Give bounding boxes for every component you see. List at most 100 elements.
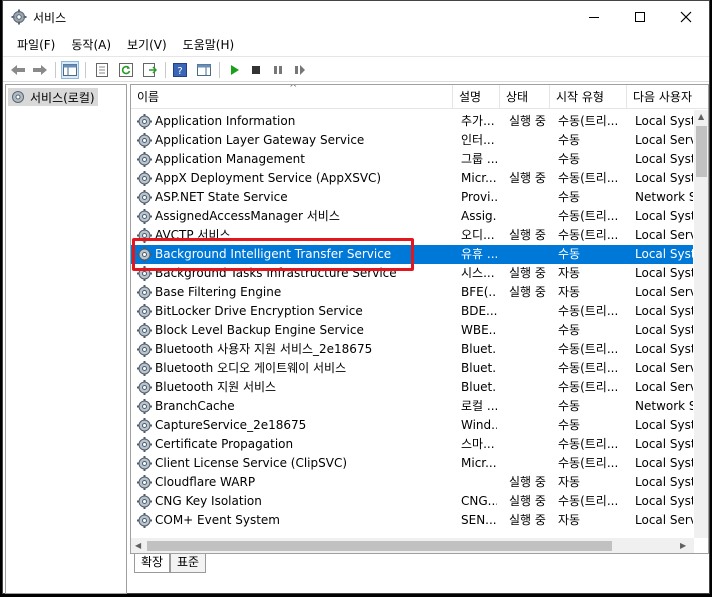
service-row[interactable]: COM+ Event System SEN... 실행 중 자동 Local Servi… [131, 511, 693, 530]
service-log-on-as: Local System [635, 209, 693, 223]
scroll-up-arrow-icon[interactable]: ▲ [698, 112, 704, 121]
service-startup-type: 수동 [558, 323, 581, 337]
minimize-icon [589, 17, 599, 18]
toolbar-separator [85, 62, 86, 78]
service-row[interactable]: Bluetooth 사용자 지원 서비스_2e18675 Bluet... 수동(트… [131, 340, 693, 359]
service-row[interactable]: Application Management 그룹 ... 수동 Local Syst… [131, 150, 693, 169]
menu-action[interactable]: 동작(A) [63, 36, 119, 53]
service-description: CNG... [461, 494, 497, 508]
service-startup-type: 자동 [558, 475, 581, 489]
column-header-status[interactable]: 상태 [500, 85, 550, 109]
service-log-on-as: Local Service [635, 361, 693, 375]
restart-service-button[interactable] [291, 61, 309, 79]
column-header-startup-type[interactable]: 시작 유형 [550, 85, 627, 109]
help-button[interactable]: ? [171, 61, 189, 79]
service-row[interactable]: Block Level Backup Engine Service WBE... 수… [131, 321, 693, 340]
service-status: 실행 중 [509, 513, 546, 527]
menu-help[interactable]: 도움말(H) [175, 36, 243, 53]
column-header-label: 시작 유형 [556, 90, 604, 104]
service-row[interactable]: Bluetooth 오디오 게이트웨이 서비스 Bluet... 수동(트리... L… [131, 359, 693, 378]
service-name: Bluetooth 사용자 지원 서비스_2e18675 [155, 342, 373, 356]
service-startup-type: 수동(트리... [558, 304, 619, 318]
service-row[interactable]: Certificate Propagation 스마... 수동(트리... Loca… [131, 435, 693, 454]
vertical-scrollbar[interactable]: ▲ [694, 110, 708, 538]
service-row[interactable]: AssignedAccessManager 서비스 Assig... 수동(트리..… [131, 207, 693, 226]
column-header-log-on-as[interactable]: 다음 사용자 [627, 85, 697, 109]
service-startup-type: 수동 [558, 190, 581, 204]
service-row[interactable]: AVCTP 서비스 오디... 실행 중 수동(트리... Local Service [131, 226, 693, 245]
window-title: 서비스 [33, 11, 67, 25]
horizontal-scroll-thumb[interactable] [147, 541, 612, 551]
service-row[interactable]: Bluetooth 지원 서비스 Bluet... 수동(트리... Local Se… [131, 378, 693, 397]
stop-service-button[interactable] [247, 61, 265, 79]
service-row[interactable]: ASP.NET State Service Provi... 수동 Network S… [131, 188, 693, 207]
pause-service-button[interactable] [269, 61, 287, 79]
service-log-on-as: Local System [635, 323, 693, 337]
service-name: BitLocker Drive Encryption Service [155, 304, 363, 318]
service-row[interactable]: Background Tasks Infrastructure Service 시… [131, 264, 693, 283]
properties-button[interactable] [93, 61, 111, 79]
service-row[interactable]: Base Filtering Engine BFE(... 실행 중 자동 Local … [131, 283, 693, 302]
menu-file[interactable]: 파일(F) [9, 36, 63, 53]
service-row[interactable]: AppX Deployment Service (AppXSVC) Micr...… [131, 169, 693, 188]
service-status [509, 207, 549, 226]
service-status: 실행 중 [509, 171, 546, 185]
service-name: Application Management [155, 152, 305, 166]
service-status [509, 131, 549, 150]
service-log-on-as: Local Service [635, 380, 693, 394]
service-row[interactable]: BitLocker Drive Encryption Service BDE...… [131, 302, 693, 321]
service-status [509, 397, 549, 416]
menu-view[interactable]: 보기(V) [119, 36, 175, 53]
vertical-scroll-thumb[interactable] [696, 126, 707, 177]
tab-standard[interactable]: 표준 [170, 554, 207, 573]
service-row[interactable]: Application Information 추가... 실행 중 수동(트리...… [131, 112, 693, 131]
service-row[interactable]: Background Intelligent Transfer Service 유… [131, 245, 693, 264]
service-row[interactable]: Client License Service (ClipSVC) Micr... 수… [131, 454, 693, 473]
play-icon [231, 65, 239, 75]
service-gear-icon [137, 114, 152, 129]
service-row[interactable]: CaptureService_2e18675 Wind... 수동 Local Sys… [131, 416, 693, 435]
service-description: Bluet... [461, 361, 497, 375]
service-row[interactable]: CNG Key Isolation CNG... 실행 중 수동(트리... Local… [131, 492, 693, 511]
service-gear-icon [137, 323, 152, 338]
show-console-tree-button[interactable] [61, 61, 79, 79]
menu-bar: 파일(F) 동작(A) 보기(V) 도움말(H) [3, 33, 709, 55]
pause-icon [274, 66, 282, 74]
minimize-button[interactable] [571, 1, 617, 33]
service-startup-type: 수동 [558, 399, 581, 413]
service-log-on-as: Local System [635, 266, 693, 280]
toolbar-separator [55, 62, 56, 78]
sort-ascending-icon: ^ [289, 84, 298, 94]
service-row[interactable]: Application Layer Gateway Service 인터... 수동… [131, 131, 693, 150]
column-header-description[interactable]: 설명 [453, 85, 500, 109]
scroll-right-arrow-icon[interactable]: ▶ [680, 541, 686, 550]
service-startup-type: 자동 [558, 513, 581, 527]
service-startup-type: 수동(트리... [558, 114, 619, 128]
tree-item-label: 서비스(로컬) [30, 90, 95, 105]
refresh-button[interactable] [117, 61, 135, 79]
close-button[interactable] [663, 1, 709, 33]
service-status [509, 188, 549, 207]
service-description: Micr... [461, 171, 497, 185]
service-row[interactable]: Cloudflare WARP 실행 중 자동 Local System [131, 473, 693, 492]
service-description: Bluet... [461, 380, 497, 394]
tab-extended[interactable]: 확장 [134, 554, 171, 573]
service-name: Bluetooth 지원 서비스 [155, 380, 277, 394]
export-list-button[interactable] [141, 61, 159, 79]
service-gear-icon [137, 437, 152, 452]
service-log-on-as: Local System [635, 247, 693, 261]
scroll-left-arrow-icon[interactable]: ◀ [135, 541, 141, 550]
service-log-on-as: Local System [635, 114, 693, 128]
start-service-button[interactable] [225, 61, 243, 79]
forward-arrow-icon [33, 65, 47, 75]
show-action-pane-button[interactable] [195, 61, 213, 79]
horizontal-scrollbar[interactable]: ◀ ▶ [131, 538, 694, 553]
service-startup-type: 수동(트리... [558, 456, 619, 470]
maximize-button[interactable] [617, 1, 663, 33]
service-row[interactable]: BranchCache 로컬 ... 수동 Network Service [131, 397, 693, 416]
back-button[interactable] [9, 61, 27, 79]
tree-item-services-local[interactable]: 서비스(로컬) [8, 88, 98, 106]
service-gear-icon [137, 494, 152, 509]
service-gear-icon [137, 418, 152, 433]
forward-button[interactable] [31, 61, 49, 79]
